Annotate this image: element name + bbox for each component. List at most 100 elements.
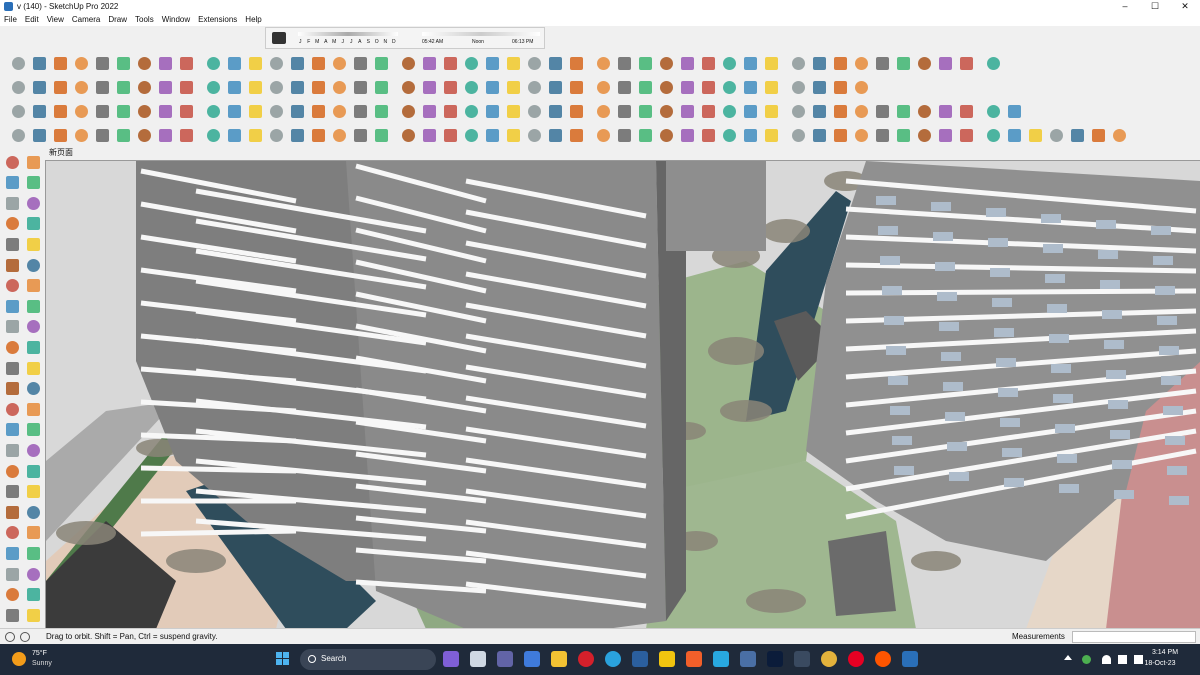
row4-tool-icon[interactable] bbox=[1067, 126, 1087, 144]
row3-tool-icon[interactable] bbox=[29, 102, 49, 120]
row4-tool-icon[interactable] bbox=[1109, 126, 1129, 144]
row1-tool-icon[interactable] bbox=[761, 54, 781, 72]
task-view-icon[interactable] bbox=[470, 651, 486, 667]
row3-tool-icon[interactable] bbox=[92, 102, 112, 120]
row3-tool-icon[interactable] bbox=[440, 102, 460, 120]
row1-tool-icon[interactable] bbox=[113, 54, 133, 72]
row4-tool-icon[interactable] bbox=[656, 126, 676, 144]
menu-tools[interactable]: Tools bbox=[135, 15, 154, 24]
geo-location-icon[interactable] bbox=[20, 632, 30, 642]
row3-tool-icon[interactable] bbox=[482, 102, 502, 120]
row3-tool-icon[interactable] bbox=[719, 102, 739, 120]
photos-icon[interactable] bbox=[632, 651, 648, 667]
large-tool-icon[interactable] bbox=[2, 585, 22, 605]
row2-tool-icon[interactable] bbox=[698, 78, 718, 96]
row2-tool-icon[interactable] bbox=[719, 78, 739, 96]
row1-tool-icon[interactable] bbox=[50, 54, 70, 72]
clock-date[interactable]: 18-Oct-23 bbox=[1138, 660, 1182, 667]
row1-tool-icon[interactable] bbox=[677, 54, 697, 72]
row4-tool-icon[interactable] bbox=[440, 126, 460, 144]
menu-view[interactable]: View bbox=[47, 15, 64, 24]
row1-tool-icon[interactable] bbox=[308, 54, 328, 72]
pinterest-icon[interactable] bbox=[848, 651, 864, 667]
messenger-icon[interactable] bbox=[713, 651, 729, 667]
row4-tool-icon[interactable] bbox=[176, 126, 196, 144]
large-tool-icon[interactable] bbox=[23, 152, 43, 172]
row4-tool-icon[interactable] bbox=[740, 126, 760, 144]
row2-tool-icon[interactable] bbox=[92, 78, 112, 96]
row4-tool-icon[interactable] bbox=[350, 126, 370, 144]
row4-tool-icon[interactable] bbox=[461, 126, 481, 144]
row1-tool-icon[interactable] bbox=[350, 54, 370, 72]
row1-tool-icon[interactable] bbox=[71, 54, 91, 72]
row4-tool-icon[interactable] bbox=[398, 126, 418, 144]
copilot-icon[interactable] bbox=[443, 651, 459, 667]
row3-tool-icon[interactable] bbox=[1004, 102, 1024, 120]
defender-icon[interactable] bbox=[1082, 655, 1091, 664]
row3-tool-icon[interactable] bbox=[809, 102, 829, 120]
row1-tool-icon[interactable] bbox=[524, 54, 544, 72]
row2-tool-icon[interactable] bbox=[566, 78, 586, 96]
taskbar-search[interactable]: Search bbox=[300, 649, 436, 670]
row3-tool-icon[interactable] bbox=[851, 102, 871, 120]
large-tool-icon[interactable] bbox=[2, 543, 22, 563]
large-tool-icon[interactable] bbox=[2, 358, 22, 378]
time-slider[interactable] bbox=[422, 32, 540, 36]
row3-tool-icon[interactable] bbox=[914, 102, 934, 120]
row2-tool-icon[interactable] bbox=[350, 78, 370, 96]
row3-tool-icon[interactable] bbox=[761, 102, 781, 120]
row2-tool-icon[interactable] bbox=[788, 78, 808, 96]
row1-tool-icon[interactable] bbox=[872, 54, 892, 72]
large-tool-icon[interactable] bbox=[2, 420, 22, 440]
row3-tool-icon[interactable] bbox=[224, 102, 244, 120]
row3-tool-icon[interactable] bbox=[635, 102, 655, 120]
row3-tool-icon[interactable] bbox=[71, 102, 91, 120]
row2-tool-icon[interactable] bbox=[461, 78, 481, 96]
large-tool-icon[interactable] bbox=[23, 317, 43, 337]
row4-tool-icon[interactable] bbox=[203, 126, 223, 144]
row3-tool-icon[interactable] bbox=[740, 102, 760, 120]
large-tool-icon[interactable] bbox=[23, 214, 43, 234]
weather-temperature[interactable]: 75°F bbox=[32, 650, 47, 657]
row2-tool-icon[interactable] bbox=[224, 78, 244, 96]
large-tool-icon[interactable] bbox=[23, 234, 43, 254]
row4-tool-icon[interactable] bbox=[503, 126, 523, 144]
large-tool-icon[interactable] bbox=[2, 255, 22, 275]
windows-start-icon[interactable] bbox=[276, 652, 290, 666]
row1-tool-icon[interactable] bbox=[29, 54, 49, 72]
soundcloud-icon[interactable] bbox=[875, 651, 891, 667]
sticky-notes-icon[interactable] bbox=[659, 651, 675, 667]
row2-tool-icon[interactable] bbox=[398, 78, 418, 96]
large-tool-icon[interactable] bbox=[2, 296, 22, 316]
row4-tool-icon[interactable] bbox=[329, 126, 349, 144]
row3-tool-icon[interactable] bbox=[677, 102, 697, 120]
brave-icon[interactable] bbox=[686, 651, 702, 667]
row4-tool-icon[interactable] bbox=[1088, 126, 1108, 144]
large-tool-icon[interactable] bbox=[23, 482, 43, 502]
large-tool-icon[interactable] bbox=[23, 440, 43, 460]
row4-tool-icon[interactable] bbox=[29, 126, 49, 144]
row3-tool-icon[interactable] bbox=[545, 102, 565, 120]
row3-tool-icon[interactable] bbox=[461, 102, 481, 120]
menu-camera[interactable]: Camera bbox=[72, 15, 100, 24]
row4-tool-icon[interactable] bbox=[698, 126, 718, 144]
large-tool-icon[interactable] bbox=[23, 276, 43, 296]
maximize-button[interactable]: ☐ bbox=[1140, 0, 1170, 13]
row4-tool-icon[interactable] bbox=[809, 126, 829, 144]
row3-tool-icon[interactable] bbox=[329, 102, 349, 120]
large-tool-icon[interactable] bbox=[23, 399, 43, 419]
row4-tool-icon[interactable] bbox=[155, 126, 175, 144]
sketchup-active-icon[interactable] bbox=[902, 651, 918, 667]
large-tool-icon[interactable] bbox=[2, 482, 22, 502]
close-button[interactable]: ✕ bbox=[1170, 0, 1200, 13]
row1-tool-icon[interactable] bbox=[656, 54, 676, 72]
row1-tool-icon[interactable] bbox=[719, 54, 739, 72]
row4-tool-icon[interactable] bbox=[50, 126, 70, 144]
row4-tool-icon[interactable] bbox=[419, 126, 439, 144]
row2-tool-icon[interactable] bbox=[524, 78, 544, 96]
large-tool-icon[interactable] bbox=[2, 337, 22, 357]
row3-tool-icon[interactable] bbox=[788, 102, 808, 120]
row4-tool-icon[interactable] bbox=[893, 126, 913, 144]
row3-tool-icon[interactable] bbox=[656, 102, 676, 120]
row2-tool-icon[interactable] bbox=[761, 78, 781, 96]
